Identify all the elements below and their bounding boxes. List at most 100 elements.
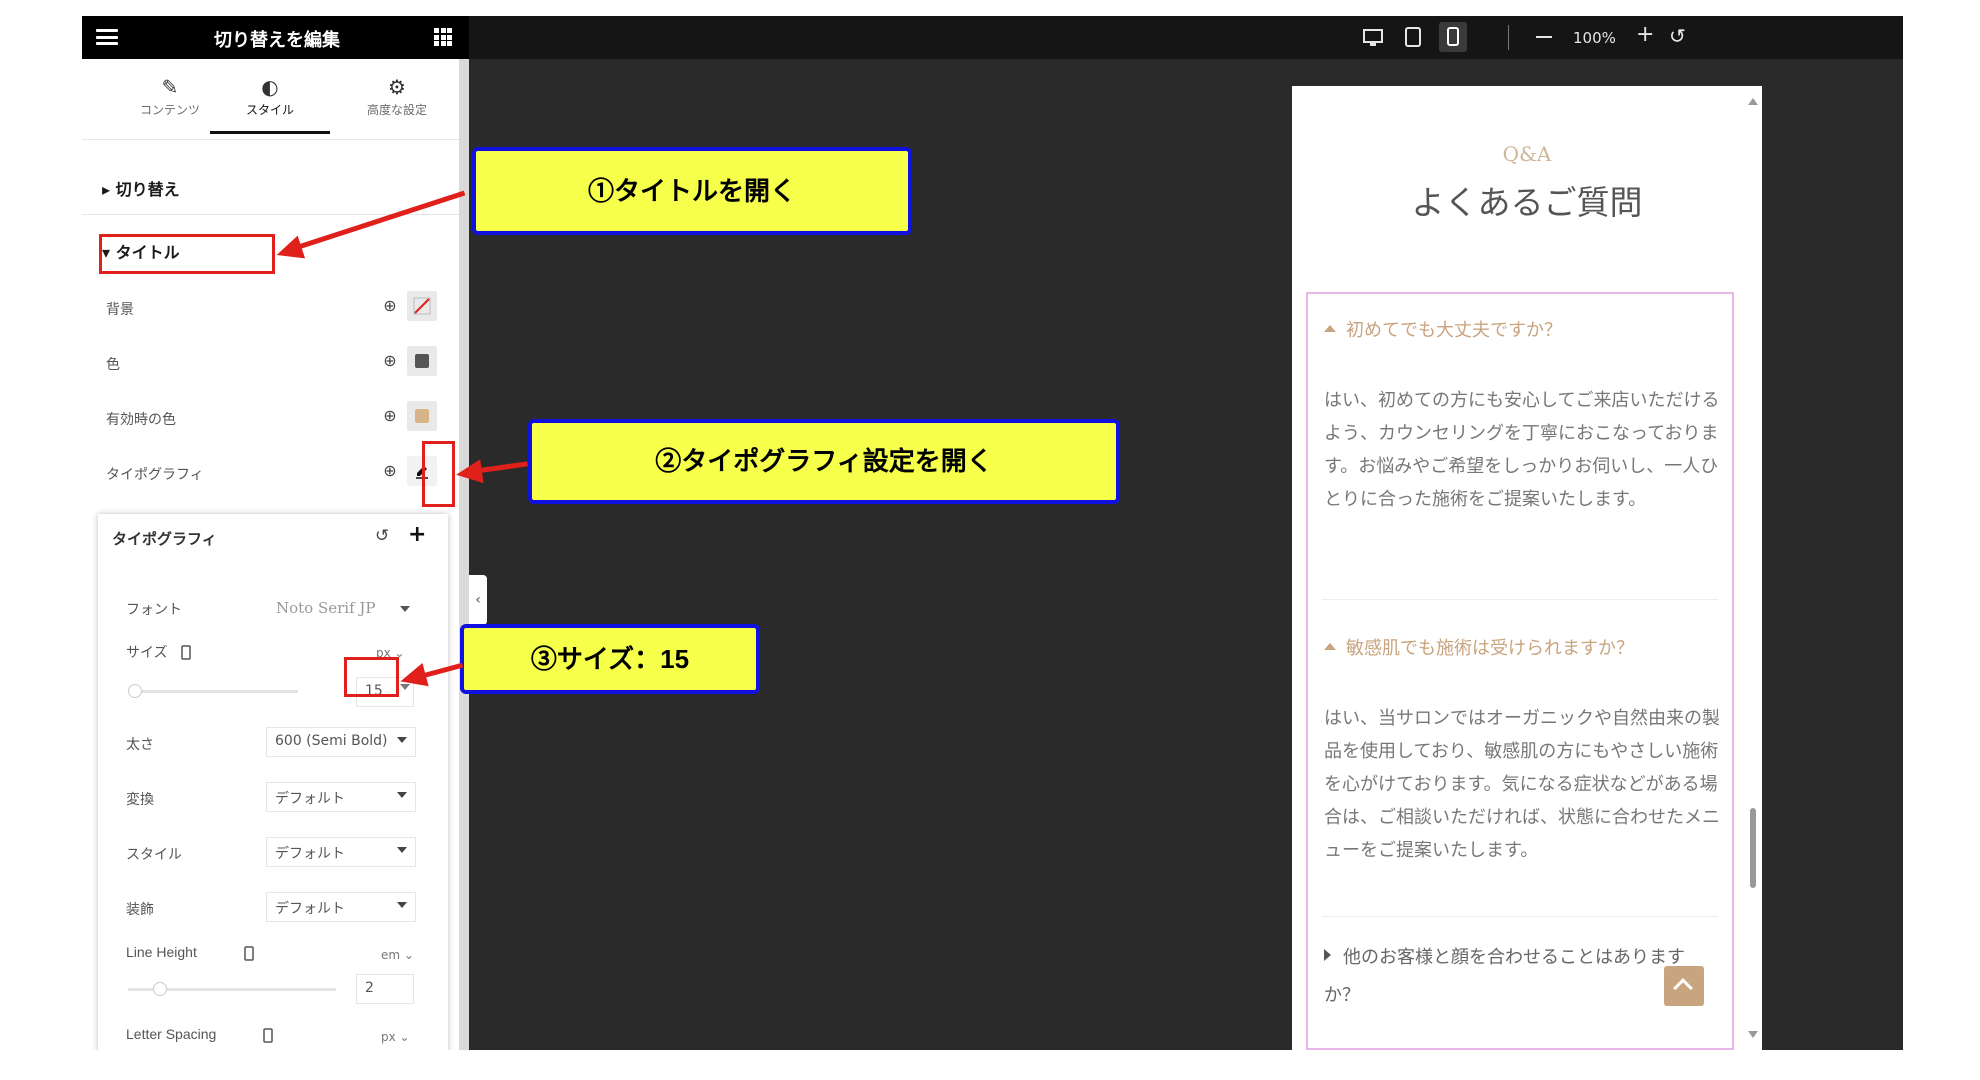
line-height-value: 2 bbox=[365, 980, 374, 996]
size-slider-track[interactable] bbox=[128, 690, 298, 693]
caret-up-icon bbox=[1324, 643, 1336, 650]
tablet-view-icon[interactable] bbox=[1404, 26, 1422, 48]
mobile-view-button[interactable] bbox=[1439, 22, 1467, 52]
line-height-label: Line Height bbox=[126, 944, 197, 960]
color-swatch[interactable] bbox=[407, 346, 437, 376]
zoom-level: 100% bbox=[1573, 29, 1616, 47]
panel-title: 切り替えを編集 bbox=[214, 30, 340, 51]
reset-icon[interactable]: ↺ bbox=[375, 526, 389, 546]
tab-advanced[interactable]: ⚙ 高度な設定 bbox=[337, 75, 457, 118]
style-select[interactable]: デフォルト bbox=[266, 837, 416, 867]
background-label: 背景 bbox=[106, 302, 134, 318]
faq-answer-1: はい、初めての方にも安心してご来店いただけるよう、カウンセリングを丁寧におこなっ… bbox=[1324, 390, 1720, 510]
active-color-label: 有効時の色 bbox=[106, 412, 176, 428]
background-swatch[interactable] bbox=[407, 291, 437, 321]
active-tab-indicator bbox=[210, 131, 330, 134]
chevron-down-icon bbox=[400, 606, 410, 612]
chevron-down-icon bbox=[397, 902, 407, 908]
tab-style-label: スタイル bbox=[245, 103, 294, 117]
arrowhead-step2 bbox=[454, 459, 484, 487]
chevron-up-icon bbox=[1673, 978, 1693, 998]
chevron-down-icon bbox=[397, 737, 407, 743]
font-value: Noto Serif JP bbox=[276, 599, 376, 617]
zoom-out-icon[interactable] bbox=[1536, 36, 1552, 38]
weight-label: 太さ bbox=[126, 737, 154, 753]
typography-label: タイポグラフィ bbox=[106, 467, 204, 483]
globe-icon[interactable]: ⊕ bbox=[379, 295, 401, 317]
weight-select[interactable]: 600 (Semi Bold) bbox=[266, 727, 416, 757]
caret-right-icon bbox=[1324, 949, 1331, 961]
letter-spacing-label: Letter Spacing bbox=[126, 1026, 217, 1042]
faq-question-1[interactable]: 初めてでも大丈夫ですか？ bbox=[1324, 316, 1562, 342]
line-height-input[interactable]: 2 bbox=[356, 974, 414, 1004]
responsive-mobile-icon[interactable] bbox=[262, 1028, 274, 1044]
letter-spacing-unit: px bbox=[381, 1030, 396, 1044]
responsive-mobile-icon[interactable] bbox=[243, 946, 255, 962]
highlight-typography-button bbox=[422, 441, 455, 507]
faq-question-2-text: 敏感肌でも施術は受けられますか？ bbox=[1346, 638, 1634, 659]
mobile-view-icon bbox=[1447, 27, 1459, 46]
active-color-swatch[interactable] bbox=[407, 401, 437, 431]
chevron-down-icon bbox=[397, 847, 407, 853]
preview-scrollbar[interactable] bbox=[1746, 96, 1760, 1040]
widgets-grid-icon[interactable] bbox=[434, 28, 452, 46]
decoration-select[interactable]: デフォルト bbox=[266, 892, 416, 922]
desktop-view-icon[interactable] bbox=[1362, 28, 1384, 48]
faq-separator bbox=[1322, 916, 1718, 917]
transform-select[interactable]: デフォルト bbox=[266, 782, 416, 812]
faq-toggle-widget: 初めてでも大丈夫ですか？ はい、初めての方にも安心してご来店いただけるよう、カウ… bbox=[1306, 292, 1734, 1050]
reset-zoom-icon[interactable]: ↺ bbox=[1669, 24, 1686, 48]
typography-popover: タイポグラフィ ↺ + フォント Noto Serif JP サイズ px ⌄ … bbox=[98, 514, 448, 1050]
line-height-unit-select[interactable]: em ⌄ bbox=[381, 948, 414, 962]
section-toggle[interactable]: ▸ 切り替え bbox=[102, 176, 180, 200]
back-to-top-button[interactable] bbox=[1664, 966, 1704, 1006]
contrast-icon: ◐ bbox=[261, 75, 279, 99]
globe-icon[interactable]: ⊕ bbox=[379, 460, 401, 482]
tab-divider bbox=[82, 139, 459, 140]
globe-icon[interactable]: ⊕ bbox=[379, 405, 401, 427]
font-select[interactable]: Noto Serif JP bbox=[276, 599, 416, 617]
sidebar-scrollbar[interactable] bbox=[459, 59, 469, 1050]
qa-eyebrow: Q&A bbox=[1502, 142, 1552, 166]
faq-question-3-text: 他のお客様と顔を合わせることはありますか？ bbox=[1324, 947, 1685, 1006]
tab-style[interactable]: ◐ スタイル bbox=[210, 75, 330, 118]
size-label: サイズ bbox=[126, 645, 168, 661]
qa-heading: よくあるご質問 bbox=[1411, 183, 1643, 222]
color-swatch-fill bbox=[415, 354, 429, 368]
active-color-swatch-fill bbox=[415, 409, 429, 423]
decoration-value: デフォルト bbox=[275, 901, 345, 917]
responsive-mobile-icon[interactable] bbox=[180, 645, 192, 661]
section-toggle-label: 切り替え bbox=[115, 180, 180, 199]
transform-label: 変換 bbox=[126, 792, 154, 808]
font-label: フォント bbox=[126, 602, 182, 618]
zoom-in-icon[interactable]: + bbox=[1636, 22, 1654, 47]
toolbar-divider bbox=[1508, 25, 1509, 50]
letter-spacing-unit-select[interactable]: px ⌄ bbox=[381, 1030, 410, 1044]
transform-value: デフォルト bbox=[275, 791, 345, 807]
line-height-slider-handle[interactable] bbox=[153, 982, 167, 996]
highlight-size-input bbox=[344, 657, 399, 697]
tab-advanced-label: 高度な設定 bbox=[366, 103, 427, 117]
popover-title: タイポグラフィ bbox=[112, 530, 217, 548]
faq-question-2[interactable]: 敏感肌でも施術は受けられますか？ bbox=[1324, 634, 1634, 660]
size-slider-handle[interactable] bbox=[128, 684, 142, 698]
faq-question-1-text: 初めてでも大丈夫ですか？ bbox=[1346, 320, 1562, 341]
annotation-step3: ③サイズ：15 bbox=[460, 624, 760, 694]
hamburger-menu-icon[interactable] bbox=[96, 29, 118, 45]
weight-value: 600 (Semi Bold) bbox=[275, 733, 388, 749]
faq-separator bbox=[1322, 599, 1718, 600]
tab-content-label: コンテンツ bbox=[139, 103, 200, 117]
editor-panel-header: 切り替えを編集 bbox=[82, 16, 469, 59]
chevron-down-icon bbox=[397, 792, 407, 798]
mobile-preview: Q&A よくあるご質問 初めてでも大丈夫ですか？ はい、初めての方にも安心してご… bbox=[1292, 86, 1762, 1050]
faq-question-3[interactable]: 他のお客様と顔を合わせることはありますか？ bbox=[1324, 939, 1704, 1015]
globe-icon[interactable]: ⊕ bbox=[379, 350, 401, 372]
add-icon[interactable]: + bbox=[408, 522, 426, 547]
highlight-title-section bbox=[99, 234, 275, 274]
collapse-panel-button[interactable]: ‹ bbox=[469, 575, 487, 625]
decoration-label: 装飾 bbox=[126, 902, 154, 918]
gear-icon: ⚙ bbox=[388, 75, 406, 99]
no-color-icon bbox=[413, 297, 431, 315]
color-label: 色 bbox=[106, 357, 120, 373]
annotation-step1: ①タイトルを開く bbox=[472, 147, 912, 235]
